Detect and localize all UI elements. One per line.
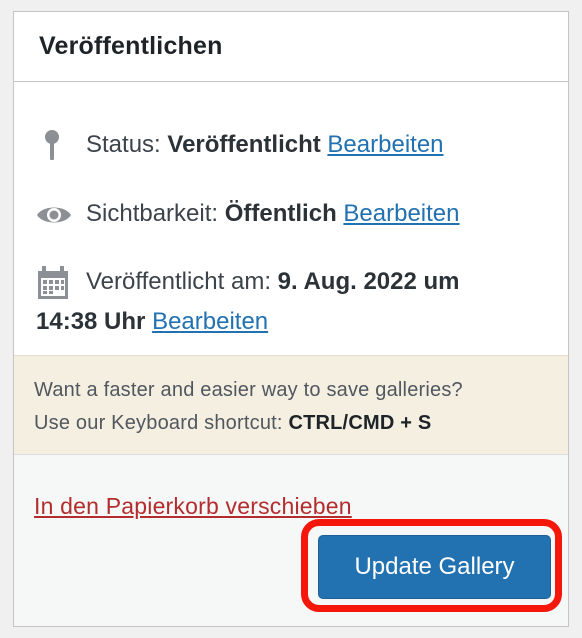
- publish-actions: In den Papierkorb verschieben Update Gal…: [14, 455, 568, 626]
- notice-line-2: Use our Keyboard shortcut: CTRL/CMD + S: [34, 407, 548, 440]
- status-value: Veröffentlicht: [167, 131, 321, 158]
- visibility-label: Sichtbarkeit:: [86, 200, 219, 227]
- published-label: Veröffentlicht am:: [86, 268, 271, 295]
- visibility-edit-link[interactable]: Bearbeiten: [343, 200, 459, 227]
- eye-icon: [36, 198, 72, 232]
- status-label: Status:: [86, 131, 161, 158]
- move-to-trash-link[interactable]: In den Papierkorb verschieben: [34, 493, 352, 520]
- notice-shortcut-prefix: Use our Keyboard shortcut:: [34, 412, 283, 434]
- publish-box-header: Veröffentlichen: [14, 12, 568, 82]
- pin-icon: [36, 129, 72, 163]
- published-edit-link[interactable]: Bearbeiten: [152, 308, 268, 335]
- calendar-icon: [36, 265, 72, 300]
- publish-box-title: Veröffentlichen: [39, 32, 223, 60]
- status-edit-link[interactable]: Bearbeiten: [327, 131, 443, 158]
- keyboard-shortcut-notice: Want a faster and easier way to save gal…: [14, 355, 568, 455]
- notice-shortcut-keys: CTRL/CMD + S: [288, 412, 432, 434]
- visibility-value: Öffentlich: [224, 200, 337, 227]
- visibility-row: Sichtbarkeit: Öffentlich Bearbeiten: [36, 194, 546, 234]
- publish-box: Veröffentlichen Status: Veröffentlicht B…: [13, 11, 569, 627]
- notice-line-1: Want a faster and easier way to save gal…: [34, 379, 463, 401]
- status-row: Status: Veröffentlicht Bearbeiten: [36, 125, 546, 165]
- update-gallery-button[interactable]: Update Gallery: [318, 535, 551, 599]
- published-row: Veröffentlicht am: 9. Aug. 2022 um 14:38…: [36, 262, 526, 342]
